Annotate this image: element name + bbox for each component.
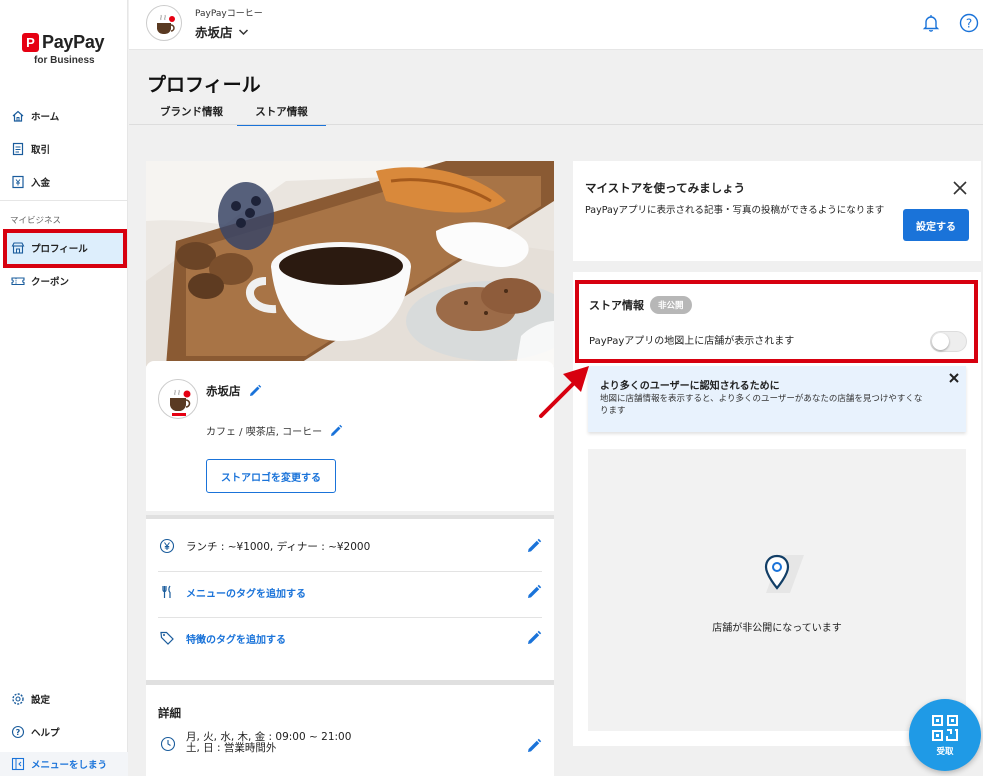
svg-text:?: ? [16,728,21,737]
feature-tag-row: 特徴のタグを追加する [158,615,542,661]
sidebar-item-home[interactable]: ホーム [0,102,128,130]
store-selector[interactable]: 赤坂店 [195,22,249,41]
hours-weekend: 土, 日 : 営業時間外 [186,742,277,754]
top-header: PayPayコーヒー 赤坂店 ? [129,0,983,50]
edit-category-pencil-icon[interactable] [329,424,343,438]
store-info-heading: ストア情報 非公開 [589,296,692,314]
price-text: ランチ : ~¥1000, ディナー : ~¥2000 [186,540,371,553]
sidebar-item-transactions[interactable]: 取引 [0,135,128,163]
collapse-menu-button[interactable]: メニューをしまう [0,752,128,776]
edit-price-pencil-icon[interactable] [526,538,542,554]
edit-hours-pencil-icon[interactable] [526,738,542,754]
highlight-frame [575,280,978,363]
mystore-title: マイストアを使ってみましょう [585,181,746,195]
sidebar-divider [0,200,128,201]
edit-feature-tag-pencil-icon[interactable] [526,630,542,646]
store-category: カフェ / 喫茶店, コーヒー [206,427,323,438]
sidebar-item-label: クーポン [31,277,70,288]
receive-label: 受取 [936,746,954,757]
edit-menu-tag-pencil-icon[interactable] [526,584,542,600]
sidebar-item-label: 設定 [31,695,51,706]
store-cover-photo[interactable] [146,161,554,366]
receipt-icon [11,142,25,156]
sidebar-item-label: ホーム [31,112,60,123]
store-avatar [146,5,182,41]
store-name: 赤坂店 [206,384,241,398]
store-detail-panel: 詳細 月, 火, 水, 木, 金 : 09:00 ~ 21:00 土, 日 : … [146,680,554,776]
price-row: ランチ : ~¥1000, ディナー : ~¥2000 [158,523,542,569]
store-attributes-panel: ランチ : ~¥1000, ディナー : ~¥2000 メニューのタグを追加する… [146,515,554,680]
yen-icon [158,537,176,555]
setup-mystore-button[interactable]: 設定する [903,209,969,241]
store-selector-label: 赤坂店 [195,25,233,40]
close-icon[interactable] [952,180,968,196]
store-info-title: ストア情報 [589,299,644,312]
help-icon: ? [11,725,25,739]
store-title-row: 赤坂店 [206,383,262,399]
store-info-panel: 赤坂店 カフェ / 喫茶店, コーヒー ストアロゴを変更する [146,361,554,511]
store-logo [158,379,198,419]
help-circle-icon[interactable]: ? [959,13,979,33]
sidebar-item-profile[interactable]: プロフィール [0,234,128,262]
add-menu-tag-link[interactable]: メニューのタグを追加する [186,585,526,600]
home-icon [11,109,25,123]
tag-icon [158,629,176,647]
store-profile-card: 赤坂店 カフェ / 喫茶店, コーヒー ストアロゴを変更する ランチ : ~¥1… [146,161,554,776]
mystore-promo-card: マイストアを使ってみましょう PayPayアプリに表示される記事・写真の投稿がで… [573,161,981,261]
map-visibility-toggle[interactable] [930,331,967,352]
map-placeholder: 店舗が非公開になっています [588,449,966,731]
qr-code-icon [932,714,958,741]
chevron-down-icon [238,24,249,39]
clock-icon [160,736,176,752]
close-icon[interactable] [947,370,961,384]
sidebar-item-help[interactable]: ? ヘルプ [0,718,128,746]
mystore-description: PayPayアプリに表示される記事・写真の投稿ができるようになります [585,205,885,216]
receive-payment-button[interactable]: 受取 [909,699,981,771]
sidebar-item-label: 取引 [31,145,51,156]
map-status-text: 店舗が非公開になっています [712,623,842,634]
status-badge: 非公開 [650,296,692,314]
add-feature-tag-link[interactable]: 特徴のタグを追加する [186,631,526,646]
svg-text:?: ? [966,17,972,31]
change-store-logo-button[interactable]: ストアロゴを変更する [206,459,336,493]
deposit-icon [11,175,25,189]
map-pin-icon [760,549,810,599]
logo-text: PayPay [42,32,105,52]
store-icon [11,241,25,255]
sidebar-item-label: プロフィール [31,244,88,255]
tip-description: 地図に店舗情報を表示すると、より多くのユーザーがあなたの店舗を見つけやすくなりま… [600,394,923,416]
page-title: プロフィール [147,74,261,96]
business-hours: 月, 火, 水, 木, 金 : 09:00 ~ 21:00 土, 日 : 営業時… [186,732,351,754]
fork-knife-icon [158,583,176,601]
tab-brand-info[interactable]: ブランド情報 [160,104,223,124]
menu-tag-row: メニューのタグを追加する [158,569,542,615]
tip-title: より多くのユーザーに認知されるために [600,381,780,392]
sidebar-item-label: ヘルプ [31,728,60,739]
detail-title: 詳細 [158,706,181,720]
collapse-icon [11,757,25,771]
sidebar-item-coupon[interactable]: クーポン [0,267,128,295]
tabs-divider [129,124,983,125]
annotation-arrow-icon [539,366,589,418]
bell-icon[interactable] [921,13,941,33]
sidebar-item-label: 入金 [31,178,51,189]
collapse-menu-label: メニューをしまう [31,760,108,771]
paypay-logo[interactable]: P PayPay for Business [22,32,112,66]
sidebar-item-settings[interactable]: 設定 [0,685,128,713]
coupon-icon [11,274,25,288]
toggle-knob [932,333,949,350]
logo-subtitle: for Business [34,55,95,66]
gear-icon [11,692,25,706]
tip-banner: より多くのユーザーに認知されるために 地図に店舗情報を表示すると、より多くのユー… [588,366,966,432]
paypay-mark-icon: P [22,33,39,52]
store-brand-name: PayPayコーヒー [195,9,263,19]
map-visibility-description: PayPayアプリの地図上に店舗が表示されます [589,336,795,347]
store-category-row: カフェ / 喫茶店, コーヒー [206,423,343,438]
tab-store-info[interactable]: ストア情報 [237,104,326,126]
edit-store-name-pencil-icon[interactable] [248,384,262,398]
sidebar: P PayPay for Business ホーム 取引 入金 マイビジネス プ… [0,0,128,776]
sidebar-item-deposit[interactable]: 入金 [0,168,128,196]
sidebar-section-label: マイビジネス [10,216,62,226]
